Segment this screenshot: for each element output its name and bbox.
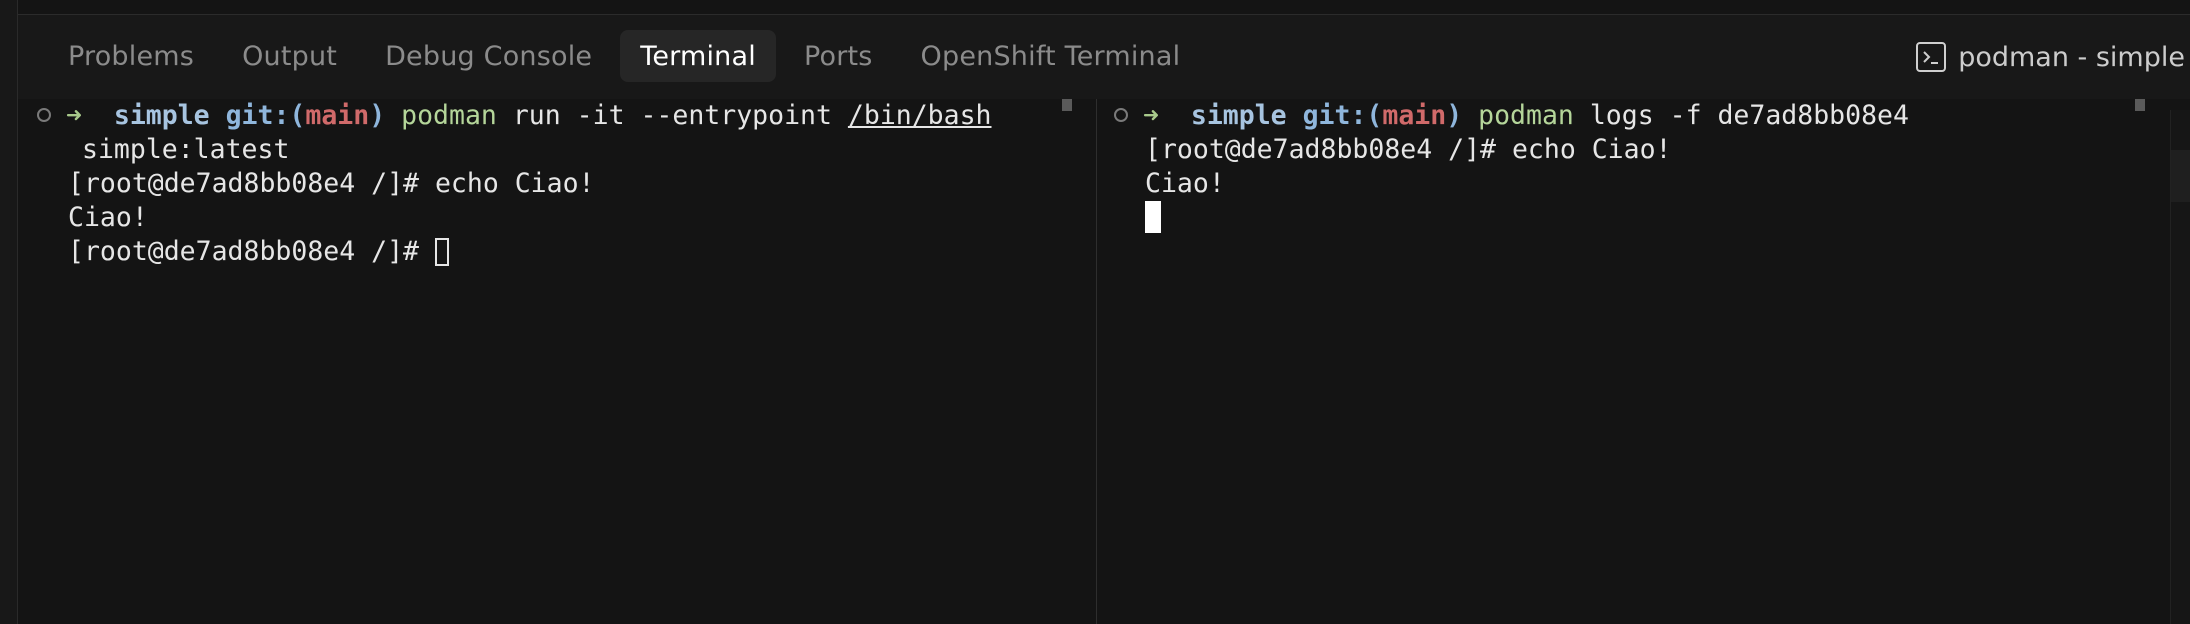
terminal-output-line: [root@de7ad8bb08e4 /]# echo Ciao! xyxy=(1145,134,1672,165)
prompt-line-wrap: simple:latest xyxy=(82,134,290,165)
terminal-prompt-line: [root@de7ad8bb08e4 /]# xyxy=(68,235,449,269)
prompt-git-prefix: git:( xyxy=(1302,100,1383,131)
terminal-selector[interactable]: podman - simple xyxy=(1916,35,2185,79)
prompt-branch: main xyxy=(305,100,370,131)
tab-debug-console[interactable]: Debug Console xyxy=(365,30,612,82)
text-cursor xyxy=(434,238,449,266)
terminal-output-line: Ciao! xyxy=(1145,168,1225,199)
command-status-circle xyxy=(37,108,51,122)
tab-ports[interactable]: Ports xyxy=(784,30,893,82)
terminal-pane-right[interactable]: ➜ simple git:(main) podman logs -f de7ad… xyxy=(1097,99,2190,624)
terminal-output-line: Ciao! xyxy=(68,202,148,233)
scrollbar-thumb[interactable] xyxy=(2171,150,2190,202)
text-cursor xyxy=(1145,201,1161,233)
prompt-dir: simple xyxy=(113,100,210,131)
prompt-git-suffix: ) xyxy=(369,100,386,131)
terminal-selector-label: podman - simple xyxy=(1958,41,2185,73)
prompt-arrow: ➜ xyxy=(1143,100,1159,131)
prompt-branch: main xyxy=(1382,100,1447,131)
prompt-command: podman xyxy=(401,100,497,131)
prompt-git-suffix: ) xyxy=(1446,100,1463,131)
shell-prompt: [root@de7ad8bb08e4 /]# xyxy=(68,236,435,267)
terminal-output-line: [root@de7ad8bb08e4 /]# echo Ciao! xyxy=(68,168,595,199)
prompt-path-link[interactable]: /bin/bash xyxy=(848,100,992,131)
panel-tabs: Problems Output Debug Console Terminal P… xyxy=(48,30,1208,82)
prompt-git-prefix: git:( xyxy=(225,100,306,131)
tab-output[interactable]: Output xyxy=(222,30,357,82)
tab-terminal[interactable]: Terminal xyxy=(620,30,776,82)
prompt-line: ➜ simple git:(main) podman logs -f de7ad… xyxy=(1143,99,1909,133)
tab-openshift-terminal[interactable]: OpenShift Terminal xyxy=(901,30,1201,82)
command-status-circle xyxy=(1114,108,1128,122)
left-edge xyxy=(0,0,18,624)
prompt-command: podman xyxy=(1478,100,1574,131)
vertical-scrollbar[interactable] xyxy=(2170,110,2190,624)
scroll-indicator xyxy=(2135,99,2145,111)
prompt-arrow: ➜ xyxy=(66,100,82,131)
tab-problems[interactable]: Problems xyxy=(48,30,214,82)
terminal-pane-left[interactable]: ➜ simple git:(main) podman run -it --ent… xyxy=(18,99,1096,624)
scroll-indicator xyxy=(1062,99,1072,111)
prompt-args: logs -f de7ad8bb08e4 xyxy=(1589,100,1909,131)
prompt-dir: simple xyxy=(1190,100,1287,131)
terminal-icon xyxy=(1916,42,1947,72)
prompt-line: ➜ simple git:(main) podman run -it --ent… xyxy=(66,99,992,133)
prompt-args: run -it --entrypoint xyxy=(512,100,832,131)
